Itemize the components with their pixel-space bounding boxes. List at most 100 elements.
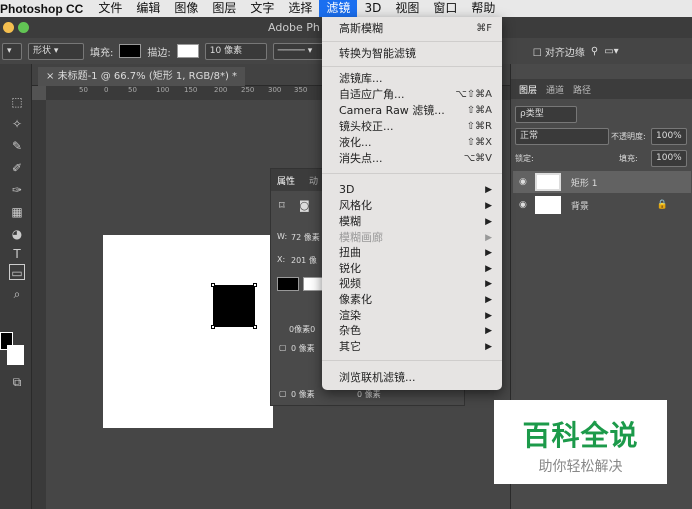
layer-name[interactable]: 矩形 1 <box>571 176 598 189</box>
menu-view[interactable]: 视图 <box>388 0 426 17</box>
properties-tab[interactable]: 属性 <box>277 174 295 187</box>
stroke-swatch[interactable] <box>176 44 199 58</box>
ruler-label: 150 <box>184 86 198 94</box>
menu-item-stylize[interactable]: 风格化 ▶ <box>322 198 502 214</box>
rectangle-shape[interactable] <box>211 283 257 329</box>
corner-link-icon[interactable]: ▢ <box>279 343 287 352</box>
rectangle-tool-icon[interactable]: ▭ <box>9 264 25 280</box>
properties-stroke-swatch[interactable] <box>303 277 323 291</box>
menu-item-video[interactable]: 视频 ▶ <box>322 276 502 292</box>
layer-name[interactable]: 背景 <box>571 199 589 212</box>
menu-item-pixelate[interactable]: 像素化 ▶ <box>322 292 502 308</box>
menu-item-label: 像素化 <box>339 293 372 306</box>
menu-file[interactable]: 文件 <box>91 0 129 17</box>
tab-layers[interactable]: 图层 <box>519 83 537 96</box>
lock-label: 锁定: <box>515 154 534 163</box>
minimize-button[interactable] <box>3 22 14 33</box>
width-field[interactable]: 72 像素 <box>291 232 320 243</box>
menu-select[interactable]: 选择 <box>281 0 319 17</box>
transform-handle[interactable] <box>253 325 257 329</box>
stroke-type-select[interactable]: ───── ▾ <box>272 42 329 60</box>
actions-tab[interactable]: 动 <box>309 174 318 187</box>
ruler-label: 350 <box>294 86 308 94</box>
menu-image[interactable]: 图像 <box>167 0 205 17</box>
corner-radius-field[interactable]: 0 像素 <box>291 389 315 400</box>
shape-mode-select[interactable]: 形状 ▾ <box>28 42 84 60</box>
menu-item-browse-online-filters[interactable]: 浏览联机滤镜... <box>322 370 502 386</box>
submenu-arrow-icon: ▶ <box>485 295 492 305</box>
dodge-tool-icon[interactable]: ◕ <box>9 226 25 242</box>
gradient-tool-icon[interactable]: ▦ <box>9 204 25 220</box>
menu-item-convert-smart-filter[interactable]: 转换为智能滤镜 <box>322 46 502 62</box>
menu-item-shortcut: ⇧⌘R <box>466 121 492 132</box>
zoom-button[interactable] <box>18 22 29 33</box>
type-tool-icon[interactable]: T <box>9 246 25 262</box>
document-canvas[interactable] <box>103 235 273 428</box>
fill-opacity-field[interactable]: 100% <box>651 150 687 167</box>
menu-item-other[interactable]: 其它 ▶ <box>322 339 502 355</box>
visibility-eye-icon[interactable]: ◉ <box>519 177 527 187</box>
menu-item-vanishing-point[interactable]: 消失点... ⌥⌘V <box>322 151 502 167</box>
eyedropper-tool-icon[interactable]: ✎ <box>9 138 25 154</box>
menu-item-camera-raw[interactable]: Camera Raw 滤镜... ⇧⌘A <box>322 103 502 119</box>
menu-item-liquify[interactable]: 液化... ⇧⌘X <box>322 135 502 151</box>
transform-handle[interactable] <box>253 283 257 287</box>
menu-filter[interactable]: 滤镜 <box>319 0 358 17</box>
blend-mode-select[interactable]: 正常 <box>515 128 609 145</box>
screen-mode-icon[interactable]: ⧉ <box>9 374 25 390</box>
menu-window[interactable]: 窗口 <box>426 0 464 17</box>
menu-edit[interactable]: 编辑 <box>129 0 167 17</box>
menu-item-last-filter[interactable]: 高斯模糊 ⌘F <box>322 21 502 37</box>
corner-radius-field[interactable]: 0 像素 <box>357 389 381 400</box>
ruler-label: 300 <box>268 86 282 94</box>
tab-paths[interactable]: 路径 <box>573 83 591 96</box>
menu-item-label: 3D <box>339 183 355 196</box>
tool-preset-picker[interactable]: ▾ <box>2 42 22 60</box>
search-icon[interactable]: ⚲ <box>591 46 598 57</box>
menu-separator <box>322 66 502 67</box>
background-color-swatch[interactable] <box>7 345 24 365</box>
shape-properties-icon[interactable]: ⌑ <box>279 199 285 212</box>
menu-help[interactable]: 帮助 <box>464 0 502 17</box>
menu-item-lens-correction[interactable]: 镜头校正... ⇧⌘R <box>322 119 502 135</box>
magic-wand-tool-icon[interactable]: ✧ <box>9 116 25 132</box>
menu-type[interactable]: 文字 <box>243 0 281 17</box>
menu-item-blur[interactable]: 模糊 ▶ <box>322 214 502 230</box>
align-edges-checkbox[interactable]: ☐ 对齐边缘 <box>533 44 585 59</box>
fill-swatch[interactable] <box>119 44 142 58</box>
brush-tool-icon[interactable]: ✐ <box>9 160 25 176</box>
corner-radius-field[interactable]: 0像素0 <box>289 324 315 335</box>
history-brush-tool-icon[interactable]: ✑ <box>9 182 25 198</box>
menu-item-distort[interactable]: 扭曲 ▶ <box>322 245 502 261</box>
opacity-field[interactable]: 100% <box>651 128 687 145</box>
layer-filter-kind-select[interactable]: ρ类型 <box>515 106 577 123</box>
visibility-eye-icon[interactable]: ◉ <box>519 200 527 210</box>
x-field[interactable]: 201 像 <box>291 255 317 266</box>
menu-item-label: 镜头校正... <box>339 120 394 133</box>
tab-channels[interactable]: 通道 <box>546 83 564 96</box>
close-tab-icon[interactable]: × <box>46 71 54 82</box>
menu-item-noise[interactable]: 杂色 ▶ <box>322 323 502 339</box>
menu-item-render[interactable]: 渲染 ▶ <box>322 308 502 324</box>
corner-radius-field[interactable]: 0 像素 <box>291 343 315 354</box>
layer-row[interactable]: ◉ 背景 🔒 <box>513 194 691 216</box>
document-tab[interactable]: × 未标题-1 @ 66.7% (矩形 1, RGB/8*) * <box>38 67 246 86</box>
menu-item-filter-gallery[interactable]: 滤镜库... <box>322 71 502 87</box>
zoom-tool-icon[interactable]: ⌕ <box>9 286 25 302</box>
menu-item-3d[interactable]: 3D ▶ <box>322 182 502 198</box>
corner-link-icon[interactable]: ▢ <box>279 389 287 398</box>
transform-handle[interactable] <box>211 325 215 329</box>
transform-handle[interactable] <box>211 283 215 287</box>
menu-layer[interactable]: 图层 <box>205 0 243 17</box>
app-name[interactable]: Photoshop CC <box>0 2 91 16</box>
workspace-icon[interactable]: ▭▾ <box>604 46 618 57</box>
marquee-tool-icon[interactable]: ⬚ <box>9 94 25 110</box>
layer-row[interactable]: ◉ 矩形 1 <box>513 171 691 193</box>
stroke-width-field[interactable]: 10 像素 <box>204 42 267 60</box>
properties-fill-swatch[interactable] <box>277 277 299 291</box>
menu-3d[interactable]: 3D <box>357 0 388 17</box>
menu-item-adaptive-wide-angle[interactable]: 自适应广角... ⌥⇧⌘A <box>322 87 502 103</box>
menu-item-sharpen[interactable]: 锐化 ▶ <box>322 261 502 277</box>
mask-properties-icon[interactable]: ◙ <box>299 199 310 212</box>
ruler-label: 50 <box>128 86 137 94</box>
